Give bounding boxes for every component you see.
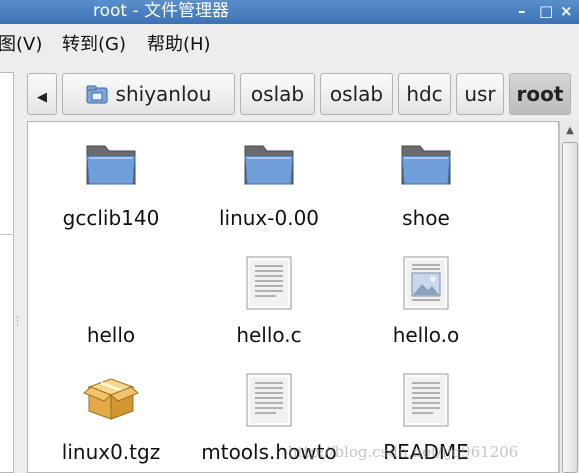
text-file-icon xyxy=(246,256,292,310)
side-pane-divider xyxy=(0,234,14,235)
crumb-label: oslab xyxy=(250,82,305,106)
file-name: linux-0.00 xyxy=(218,206,320,230)
menu-help[interactable]: 帮助(H) xyxy=(147,24,211,66)
image-file-icon xyxy=(403,256,449,310)
text-file-icon xyxy=(246,373,292,427)
vertical-scrollbar[interactable]: ▲ xyxy=(559,121,579,473)
file-name: linux0.tgz xyxy=(61,440,161,464)
back-arrow-icon: ◀ xyxy=(37,90,47,105)
file-view[interactable]: gcclib140 linux-0.00 shoe hello hello.c … xyxy=(27,121,559,473)
folder-icon xyxy=(86,145,136,185)
pane-resize-handle[interactable]: · · · xyxy=(16,314,22,331)
file-item-shoe[interactable]: shoe xyxy=(346,140,506,250)
file-item-hello[interactable]: hello xyxy=(31,256,191,366)
file-item-gcclib140[interactable]: gcclib140 xyxy=(31,140,191,250)
archive-icon xyxy=(83,378,139,420)
file-name: gcclib140 xyxy=(62,206,160,230)
menu-view[interactable]: 图(V) xyxy=(0,24,42,66)
crumb-label: usr xyxy=(464,82,496,106)
close-button[interactable]: × xyxy=(560,0,573,24)
crumb-label: root xyxy=(516,82,564,106)
scroll-thumb[interactable] xyxy=(562,142,578,473)
crumb-label: oslab xyxy=(329,82,384,106)
minimize-button[interactable]: – xyxy=(518,0,526,24)
text-file-icon xyxy=(403,373,449,427)
home-folder-icon xyxy=(86,85,108,103)
file-item-linux0-tgz[interactable]: linux0.tgz xyxy=(31,373,191,472)
menu-bar: 图(V) 转到(G) 帮助(H) xyxy=(0,24,579,66)
crumb-label: hdc xyxy=(406,82,443,106)
folder-icon xyxy=(244,145,294,185)
crumb-oslab-1[interactable]: oslab xyxy=(240,73,315,115)
side-pane[interactable] xyxy=(0,72,14,473)
file-name: hello xyxy=(86,323,136,347)
file-item-hello-o[interactable]: hello.o xyxy=(346,256,506,366)
file-item-hello-c[interactable]: hello.c xyxy=(189,256,349,366)
file-name: hello.o xyxy=(392,323,460,347)
menu-go[interactable]: 转到(G) xyxy=(62,24,126,66)
watermark: http://blog.csdn.net/ljq961206 xyxy=(288,443,519,461)
title-bar: root - 文件管理器 – □ × xyxy=(0,0,579,24)
crumb-root[interactable]: root xyxy=(509,73,571,115)
file-name: shoe xyxy=(402,206,450,230)
window-title: root - 文件管理器 xyxy=(93,1,230,21)
crumb-label: shiyanlou xyxy=(115,82,212,106)
maximize-button[interactable]: □ xyxy=(539,0,553,24)
scroll-up-button[interactable]: ▲ xyxy=(562,123,578,139)
path-back-button[interactable]: ◀ xyxy=(27,73,57,115)
file-name: hello.c xyxy=(236,323,302,347)
file-item-linux-0-00[interactable]: linux-0.00 xyxy=(189,140,349,250)
crumb-usr[interactable]: usr xyxy=(456,73,504,115)
crumb-oslab-2[interactable]: oslab xyxy=(320,73,393,115)
crumb-shiyanlou[interactable]: shiyanlou xyxy=(62,73,235,115)
crumb-hdc[interactable]: hdc xyxy=(398,73,451,115)
folder-icon xyxy=(401,145,451,185)
